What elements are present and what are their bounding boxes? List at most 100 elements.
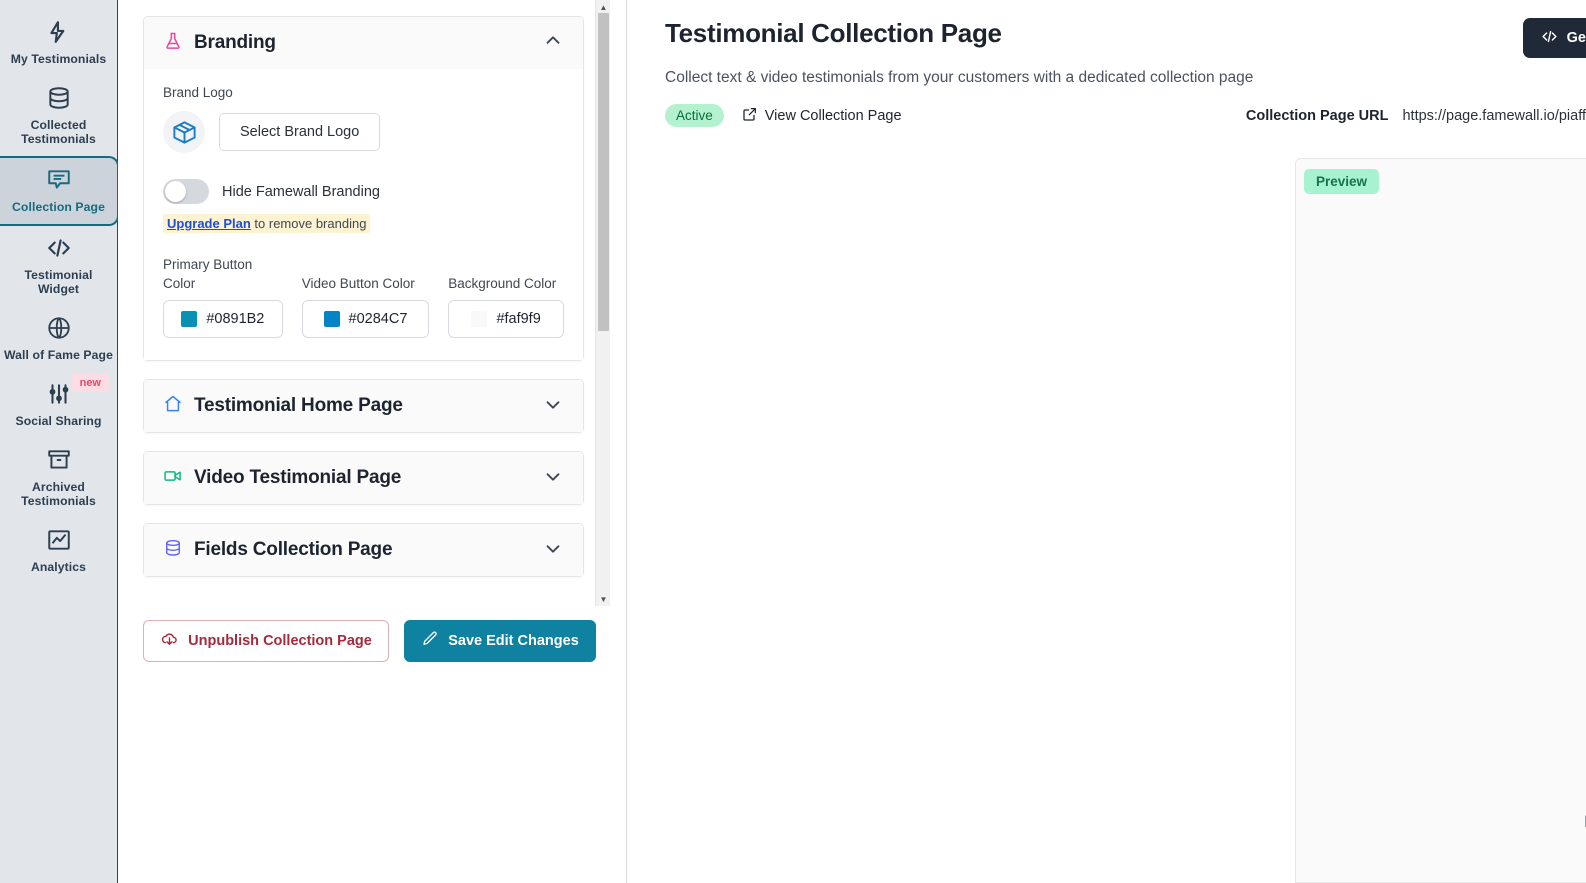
page-title: Testimonial Collection Page xyxy=(665,18,1002,48)
save-edit-changes-button[interactable]: Save Edit Changes xyxy=(404,620,596,662)
status-badge: Active xyxy=(665,104,724,127)
view-collection-page-label: View Collection Page xyxy=(764,107,902,124)
unpublish-collection-page-button[interactable]: Unpublish Collection Page xyxy=(143,620,389,662)
upgrade-note: Upgrade Plan to remove branding xyxy=(163,214,371,233)
primary-button-color-input[interactable]: #0891B2 xyxy=(163,300,283,338)
scroll-up-arrow-icon[interactable]: ▲ xyxy=(596,0,611,14)
sidebar-item-label: Collected Testimonials xyxy=(21,118,96,146)
scrollbar-thumb[interactable] xyxy=(598,13,609,331)
cloud-download-icon xyxy=(160,630,179,653)
chevron-up-icon[interactable] xyxy=(542,30,564,57)
preview-badge: Preview xyxy=(1304,169,1380,194)
sidebar-item-testimonial-widget[interactable]: Testimonial Widget xyxy=(0,226,117,306)
color-value: #0284C7 xyxy=(348,311,408,327)
page-subtitle: Collect text & video testimonials from y… xyxy=(665,69,1254,86)
sidebar-item-social-sharing[interactable]: new Social Sharing xyxy=(0,372,117,438)
editor-panel: Branding Brand Logo Select Brand Logo Hi… xyxy=(118,0,656,883)
embed-button-label: Ge xyxy=(1566,30,1586,46)
archive-icon xyxy=(46,447,72,473)
video-camera-icon xyxy=(163,466,183,491)
editor-action-row: Unpublish Collection Page Save Edit Chan… xyxy=(143,620,596,662)
powered-by-footer: Powered by FAMΞWALL xyxy=(1296,804,1586,839)
sidebar-item-archived-testimonials[interactable]: Archived Testimonials xyxy=(0,438,117,518)
code-icon xyxy=(46,235,72,261)
sidebar-item-label: Wall of Fame Page xyxy=(4,348,113,362)
database-icon xyxy=(46,85,72,111)
color-swatch xyxy=(323,311,340,327)
accordion-video-testimonial-page: Video Testimonial Page xyxy=(143,451,584,505)
accordion-testimonial-home-page-header[interactable]: Testimonial Home Page xyxy=(144,380,583,432)
new-badge: new xyxy=(71,374,109,392)
globe-icon xyxy=(46,315,72,341)
primary-button-color-field: Primary Button Color #0891B2 xyxy=(163,255,283,338)
upgrade-plan-link[interactable]: Upgrade Plan xyxy=(167,216,251,231)
code-icon xyxy=(1541,28,1558,49)
accordion-fields-collection-page: Fields Collection Page xyxy=(143,523,584,577)
collection-page-url-value[interactable]: https://page.famewall.io/piaff xyxy=(1402,108,1586,124)
hide-branding-row: Hide Famewall Branding xyxy=(163,179,564,204)
app-root: My Testimonials Collected Testimonials C… xyxy=(0,0,1586,883)
sidebar-item-my-testimonials[interactable]: My Testimonials xyxy=(0,10,117,76)
sidebar-item-label: My Testimonials xyxy=(10,52,107,66)
accordion-fields-collection-page-header[interactable]: Fields Collection Page xyxy=(144,524,583,576)
sidebar-item-analytics[interactable]: Analytics xyxy=(0,518,117,584)
color-swatch xyxy=(471,311,488,327)
home-icon xyxy=(163,394,183,419)
accordion-branding-body: Brand Logo Select Brand Logo Hide Famewa… xyxy=(144,69,583,360)
scroll-down-arrow-icon[interactable]: ▼ xyxy=(596,592,611,606)
sidebar: My Testimonials Collected Testimonials C… xyxy=(0,0,119,883)
accordion-list: Branding Brand Logo Select Brand Logo Hi… xyxy=(118,0,609,606)
flask-icon xyxy=(163,31,183,56)
color-value: #0891B2 xyxy=(206,311,265,327)
database-icon xyxy=(163,538,183,563)
background-color-input[interactable]: #faf9f9 xyxy=(448,300,564,338)
accordion-video-testimonial-page-header[interactable]: Video Testimonial Page xyxy=(144,452,583,504)
brand-logo-label: Brand Logo xyxy=(163,85,233,100)
get-embed-code-button[interactable]: Ge xyxy=(1522,18,1586,58)
color-fields-row: Primary Button Color #0891B2 Video Butto… xyxy=(163,255,564,338)
toggle-knob xyxy=(165,181,186,202)
editor-scrollbar[interactable]: ▲ ▼ xyxy=(595,0,610,606)
sidebar-item-label: Collection Page xyxy=(12,200,105,214)
preview-brand-logo xyxy=(1296,227,1586,288)
collection-page-url-label: Collection Page URL xyxy=(1245,107,1389,124)
message-icon xyxy=(46,167,72,193)
brand-logo-row: Select Brand Logo xyxy=(163,111,564,153)
video-button-color-field: Video Button Color #0284C7 xyxy=(301,274,430,338)
video-button-color-input[interactable]: #0284C7 xyxy=(301,300,430,338)
accordion-title: Branding xyxy=(194,32,276,53)
color-value: #faf9f9 xyxy=(496,311,541,327)
hide-branding-toggle[interactable] xyxy=(163,179,209,204)
color-field-label: Background Color xyxy=(448,276,557,291)
accordion-branding: Branding Brand Logo Select Brand Logo Hi… xyxy=(143,16,584,361)
sidebar-item-collected-testimonials[interactable]: Collected Testimonials xyxy=(0,76,117,156)
save-label: Save Edit Changes xyxy=(448,633,579,649)
sidebar-item-label: Analytics xyxy=(30,560,87,574)
sidebar-item-label: Testimonial Widget xyxy=(24,268,93,296)
accordion-title: Testimonial Home Page xyxy=(194,395,403,416)
preview-area: Preview We'd love to hear what you think… xyxy=(1295,158,1586,883)
brand-logo-thumbnail xyxy=(163,111,205,153)
pencil-icon xyxy=(421,630,439,652)
sidebar-item-label: Archived Testimonials xyxy=(21,480,96,508)
select-brand-logo-button[interactable]: Select Brand Logo xyxy=(219,113,381,151)
external-link-icon xyxy=(742,106,758,126)
accordion-testimonial-home-page: Testimonial Home Page xyxy=(143,379,584,433)
page-meta-row: Active View Collection Page Collection P… xyxy=(665,104,1586,127)
lightning-icon xyxy=(46,19,72,45)
sidebar-item-collection-page[interactable]: Collection Page xyxy=(0,156,119,226)
main-content: Testimonial Collection Page Collect text… xyxy=(627,0,1586,883)
color-swatch xyxy=(181,311,198,327)
chevron-down-icon[interactable] xyxy=(542,537,564,564)
color-field-label: Video Button Color xyxy=(301,276,415,291)
chart-icon xyxy=(46,527,72,553)
unpublish-label: Unpublish Collection Page xyxy=(188,633,372,649)
chevron-down-icon[interactable] xyxy=(542,393,564,420)
accordion-branding-header[interactable]: Branding xyxy=(144,17,583,69)
accordion-title: Video Testimonial Page xyxy=(194,467,402,488)
sidebar-item-wall-of-fame-page[interactable]: Wall of Fame Page xyxy=(0,306,117,372)
view-collection-page-link[interactable]: View Collection Page xyxy=(742,106,902,126)
accordion-title: Fields Collection Page xyxy=(194,539,393,560)
color-field-label: Primary Button Color xyxy=(163,257,253,291)
chevron-down-icon[interactable] xyxy=(542,465,564,492)
